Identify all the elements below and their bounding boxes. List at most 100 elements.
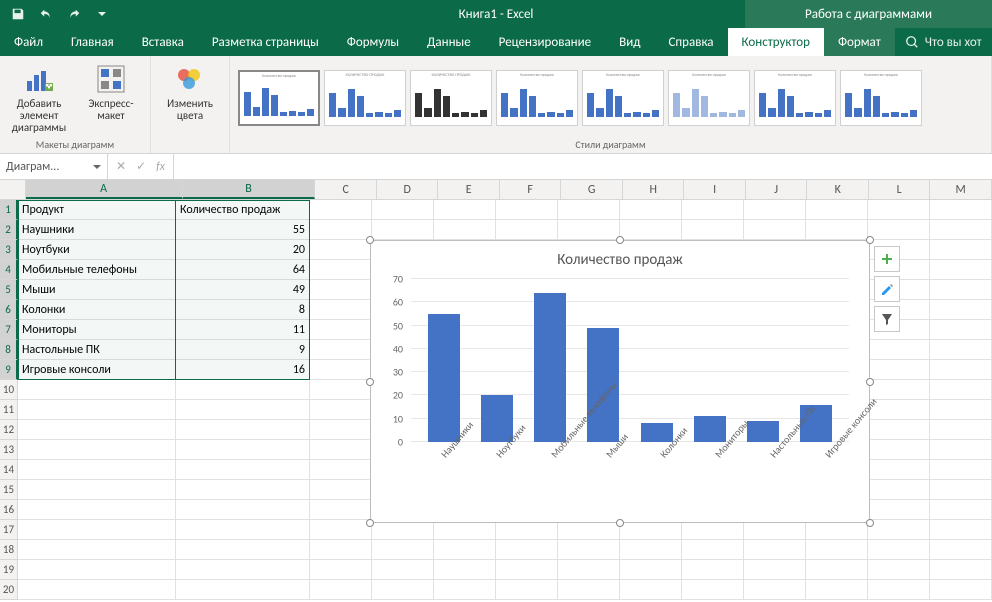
- cell[interactable]: [682, 220, 744, 240]
- cell[interactable]: [930, 560, 992, 580]
- cell[interactable]: [18, 400, 176, 420]
- cell[interactable]: [930, 480, 992, 500]
- cell[interactable]: [18, 520, 176, 540]
- chart-title[interactable]: Количество продаж: [371, 241, 869, 275]
- tab-formulas[interactable]: Формулы: [333, 28, 413, 56]
- select-all-corner[interactable]: [0, 180, 26, 199]
- row-header-16[interactable]: 16: [0, 500, 18, 520]
- cell[interactable]: [176, 420, 310, 440]
- tell-me-search[interactable]: Что вы хот: [905, 28, 982, 56]
- cell[interactable]: [310, 340, 372, 360]
- cell[interactable]: [868, 540, 930, 560]
- tab-format[interactable]: Формат: [824, 28, 895, 56]
- cell[interactable]: [18, 580, 176, 600]
- cell[interactable]: [930, 460, 992, 480]
- cell[interactable]: [868, 520, 930, 540]
- cell[interactable]: [434, 580, 496, 600]
- cell[interactable]: [806, 220, 868, 240]
- undo-icon[interactable]: [34, 3, 58, 25]
- chart-styles-button[interactable]: [874, 276, 900, 302]
- col-header-B[interactable]: B: [183, 180, 316, 199]
- cell[interactable]: 16: [176, 360, 310, 380]
- cell[interactable]: [310, 480, 372, 500]
- cell[interactable]: [558, 220, 620, 240]
- cell[interactable]: [18, 500, 176, 520]
- tab-home[interactable]: Главная: [57, 28, 128, 56]
- cell[interactable]: [310, 560, 372, 580]
- cell[interactable]: [18, 560, 176, 580]
- cell[interactable]: 64: [176, 260, 310, 280]
- cell[interactable]: 11: [176, 320, 310, 340]
- cell[interactable]: [682, 560, 744, 580]
- cell[interactable]: [930, 200, 992, 220]
- cell[interactable]: [806, 580, 868, 600]
- cell[interactable]: Наушники: [18, 220, 176, 240]
- cell[interactable]: [806, 200, 868, 220]
- save-icon[interactable]: [6, 3, 30, 25]
- cell[interactable]: [806, 540, 868, 560]
- cell[interactable]: Мыши: [18, 280, 176, 300]
- row-header-15[interactable]: 15: [0, 480, 18, 500]
- cell[interactable]: [868, 380, 930, 400]
- row-header-12[interactable]: 12: [0, 420, 18, 440]
- tab-insert[interactable]: Вставка: [128, 28, 198, 56]
- cell[interactable]: [930, 540, 992, 560]
- cell[interactable]: [176, 520, 310, 540]
- chart-bar[interactable]: [694, 416, 726, 442]
- cell[interactable]: [682, 540, 744, 560]
- cell[interactable]: [558, 520, 620, 540]
- cell[interactable]: [434, 220, 496, 240]
- cell[interactable]: [930, 420, 992, 440]
- chart-bar[interactable]: [747, 421, 779, 442]
- row-header-10[interactable]: 10: [0, 380, 18, 400]
- col-header-J[interactable]: J: [746, 180, 808, 199]
- fx-icon[interactable]: fx: [156, 160, 165, 174]
- cell[interactable]: Ноутбуки: [18, 240, 176, 260]
- cell[interactable]: [18, 540, 176, 560]
- chart-style-thumb[interactable]: Количество продаж: [754, 70, 836, 126]
- cell[interactable]: [372, 580, 434, 600]
- cell[interactable]: [930, 360, 992, 380]
- cell[interactable]: Продукт: [18, 200, 176, 220]
- cell[interactable]: [744, 520, 806, 540]
- cell[interactable]: [868, 440, 930, 460]
- cell[interactable]: 20: [176, 240, 310, 260]
- row-header-18[interactable]: 18: [0, 540, 18, 560]
- cell[interactable]: [620, 540, 682, 560]
- tab-page-layout[interactable]: Разметка страницы: [198, 28, 333, 56]
- cell[interactable]: [310, 280, 372, 300]
- cell[interactable]: [744, 200, 806, 220]
- cell[interactable]: [18, 440, 176, 460]
- row-header-19[interactable]: 19: [0, 560, 18, 580]
- cell[interactable]: [620, 520, 682, 540]
- cell[interactable]: [496, 220, 558, 240]
- row-header-9[interactable]: 9: [0, 360, 18, 380]
- chart-bar[interactable]: [428, 314, 460, 442]
- cell[interactable]: [744, 220, 806, 240]
- qat-dropdown-icon[interactable]: [90, 3, 114, 25]
- cell[interactable]: [310, 380, 372, 400]
- cell[interactable]: [310, 320, 372, 340]
- row-header-20[interactable]: 20: [0, 580, 18, 600]
- cell[interactable]: [310, 220, 372, 240]
- redo-icon[interactable]: [62, 3, 86, 25]
- cell[interactable]: [682, 200, 744, 220]
- cell[interactable]: [176, 540, 310, 560]
- cell[interactable]: [434, 520, 496, 540]
- cell[interactable]: [930, 300, 992, 320]
- cell[interactable]: [434, 200, 496, 220]
- cell[interactable]: [682, 520, 744, 540]
- cell[interactable]: [930, 320, 992, 340]
- formula-input[interactable]: [174, 154, 992, 179]
- cell[interactable]: [930, 240, 992, 260]
- cell[interactable]: Мобильные телефоны: [18, 260, 176, 280]
- cell[interactable]: Количество продаж: [176, 200, 310, 220]
- cell[interactable]: Колонки: [18, 300, 176, 320]
- cell[interactable]: [310, 460, 372, 480]
- cell[interactable]: 9: [176, 340, 310, 360]
- col-header-E[interactable]: E: [438, 180, 500, 199]
- col-header-F[interactable]: F: [500, 180, 562, 199]
- cell[interactable]: [310, 300, 372, 320]
- cell[interactable]: [310, 400, 372, 420]
- tab-design[interactable]: Конструктор: [728, 28, 824, 56]
